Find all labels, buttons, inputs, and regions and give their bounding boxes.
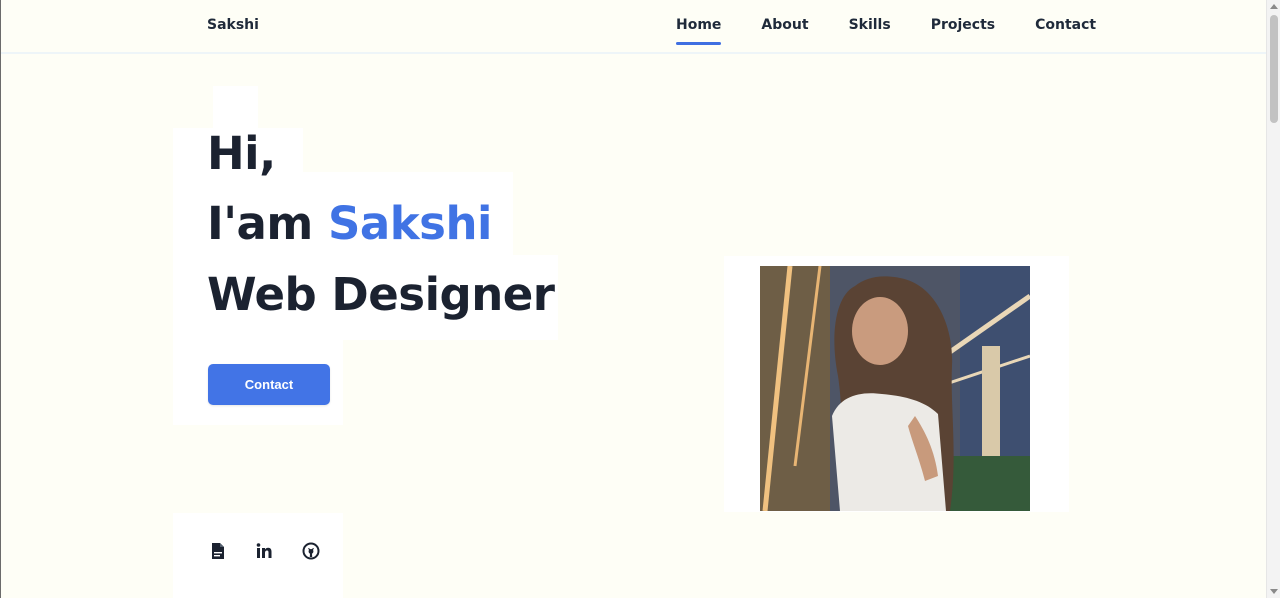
hero-name: Sakshi [327,197,492,250]
site-header: Sakshi Home About Skills Projects Contac… [1,0,1267,54]
github-icon[interactable] [301,541,321,561]
portrait-photo [760,266,1030,511]
scroll-down-icon[interactable] [1270,589,1278,594]
linkedin-icon[interactable] [254,541,274,561]
hero-greeting: Hi, [207,127,276,180]
contact-button[interactable]: Contact [208,364,330,405]
hero-role: Web Designer [207,268,555,321]
nav-projects[interactable]: Projects [931,17,995,45]
page: Sakshi Home About Skills Projects Contac… [0,0,1280,598]
nav-home[interactable]: Home [676,17,722,45]
site-logo[interactable]: Sakshi [207,17,259,33]
hero-intro: I'am Sakshi [207,197,492,250]
hero-backdrop [213,86,258,131]
scrollbar-thumb[interactable] [1270,15,1278,123]
hero-intro-prefix: I'am [207,197,328,250]
page-scrollbar[interactable] [1266,0,1280,598]
scroll-up-icon[interactable] [1270,4,1278,9]
nav-about[interactable]: About [761,17,808,45]
nav-contact[interactable]: Contact [1035,17,1096,45]
document-icon[interactable] [208,541,228,561]
nav-skills[interactable]: Skills [849,17,891,45]
main-nav: Home About Skills Projects Contact [676,17,1096,45]
